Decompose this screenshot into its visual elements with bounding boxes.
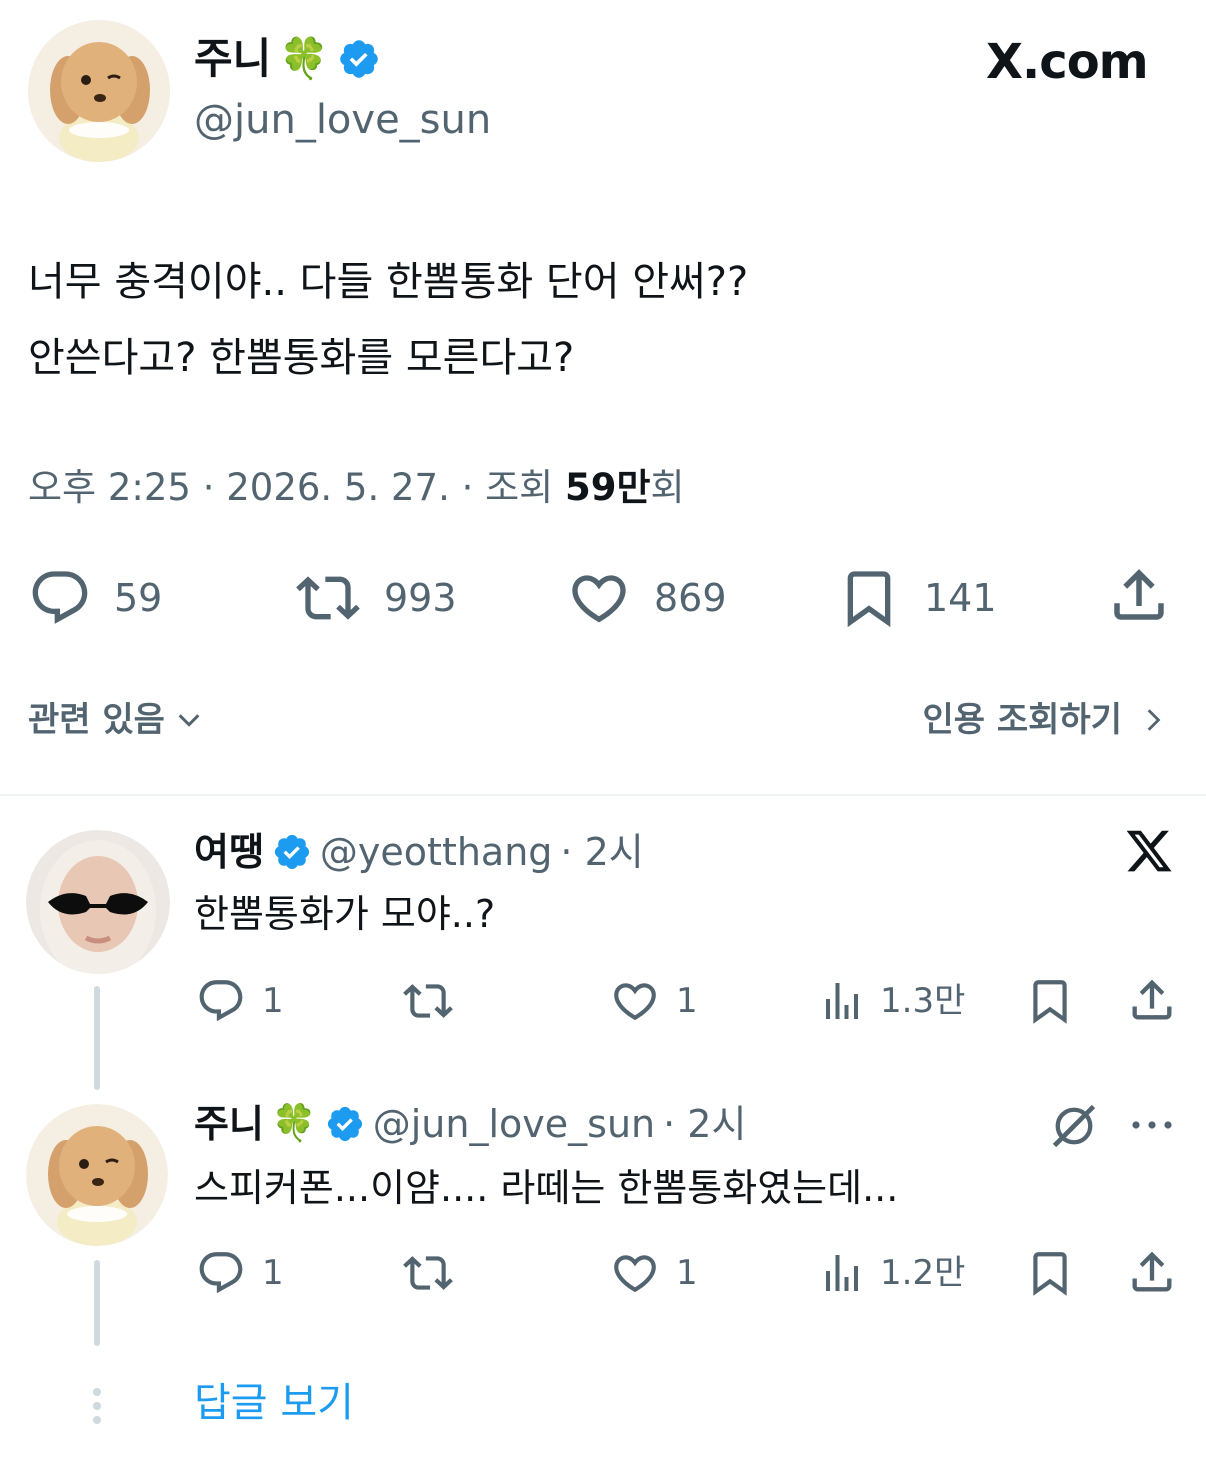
reply-button[interactable]: 59 xyxy=(28,566,162,630)
divider xyxy=(0,794,1206,796)
heart-icon xyxy=(608,976,662,1026)
related-toggle[interactable]: 관련 있음 xyxy=(28,698,203,742)
retweet-icon xyxy=(398,1248,458,1298)
reply-icon xyxy=(194,976,248,1026)
views-chart-icon xyxy=(818,976,866,1026)
views-count: 59만 xyxy=(564,466,651,509)
heart-icon xyxy=(608,1248,662,1298)
heart-icon xyxy=(566,566,632,630)
reply-reply-count: 1 xyxy=(262,1253,284,1293)
clover-emoji: 🍀 xyxy=(271,1103,317,1144)
author-name[interactable]: 주니 xyxy=(194,34,271,84)
views-suffix: 회 xyxy=(650,466,685,509)
share-icon xyxy=(1106,562,1172,628)
author-handle[interactable]: @jun_love_sun xyxy=(194,96,491,144)
reply-reply-count: 1 xyxy=(262,981,284,1021)
reply-author-name[interactable]: 주니 xyxy=(194,1100,264,1148)
show-replies-link[interactable]: 답글 보기 xyxy=(194,1378,354,1428)
tweet-time[interactable]: 오후 2:25 xyxy=(28,466,191,509)
chevron-down-icon xyxy=(175,706,203,734)
reply-reply-button[interactable]: 1 xyxy=(194,1248,284,1298)
reply-time[interactable]: · 2시 xyxy=(560,828,643,876)
more-options-icon[interactable] xyxy=(1130,1110,1174,1140)
view-quotes-link[interactable]: 인용 조회하기 xyxy=(922,698,1166,742)
related-label: 관련 있음 xyxy=(28,700,165,740)
reply-icon xyxy=(28,566,92,630)
reply-text: 스피커폰...이얌.... 라떼는 한뽐통화였는데... xyxy=(194,1166,899,1210)
reply-time[interactable]: · 2시 xyxy=(663,1100,746,1148)
reply-like-button[interactable]: 1 xyxy=(608,976,698,1026)
separator: · xyxy=(202,466,215,509)
x-logo-icon xyxy=(1124,826,1174,876)
reply-header: 여땡 @yeotthang · 2시 xyxy=(194,828,644,876)
reply-icon xyxy=(194,1248,248,1298)
retweet-count: 993 xyxy=(384,576,457,620)
bookmark-icon xyxy=(1024,1248,1076,1298)
reply-avatar[interactable] xyxy=(26,1104,168,1246)
quotes-label: 인용 조회하기 xyxy=(922,700,1122,740)
reply-bookmark-button[interactable] xyxy=(1024,1248,1076,1298)
reply-avatar[interactable] xyxy=(26,830,170,974)
reply-retweet-button[interactable] xyxy=(398,1248,458,1298)
reply-bookmark-button[interactable] xyxy=(1024,976,1076,1026)
reply-retweet-button[interactable] xyxy=(398,976,458,1026)
bookmark-count: 141 xyxy=(924,576,997,620)
share-icon xyxy=(1126,974,1178,1026)
retweet-button[interactable]: 993 xyxy=(294,566,457,630)
views-chart-icon xyxy=(818,1248,866,1298)
author-name-row[interactable]: 주니 🍀 xyxy=(194,34,381,84)
bookmark-icon xyxy=(1024,976,1076,1026)
verified-badge-icon xyxy=(337,37,381,81)
reply-views-button[interactable]: 1.2만 xyxy=(818,1248,965,1298)
share-button[interactable] xyxy=(1106,562,1172,628)
reply-count: 59 xyxy=(114,576,163,620)
reply-views-count: 1.3만 xyxy=(880,981,966,1021)
bookmark-icon xyxy=(836,566,902,630)
reply-share-button[interactable] xyxy=(1126,974,1178,1026)
reply-reply-button[interactable]: 1 xyxy=(194,976,284,1026)
reply-like-count: 1 xyxy=(676,981,698,1021)
tweet-meta: 오후 2:25 · 2026. 5. 27. · 조회 59만회 xyxy=(28,466,685,510)
clover-emoji: 🍀 xyxy=(279,36,330,82)
grok-icon[interactable] xyxy=(1048,1100,1100,1152)
reply-author-handle[interactable]: @yeotthang xyxy=(320,828,553,876)
reply-author-name[interactable]: 여땡 xyxy=(194,828,264,876)
tweet-line-1: 너무 충격이야.. 다들 한뽐통화 단어 안써?? xyxy=(28,259,749,305)
reply-author-handle[interactable]: @jun_love_sun xyxy=(373,1100,655,1148)
verified-badge-icon xyxy=(325,1104,365,1144)
chevron-right-icon xyxy=(1140,705,1166,735)
reply-views-count: 1.2만 xyxy=(880,1253,966,1293)
retweet-icon xyxy=(294,566,362,630)
retweet-icon xyxy=(398,976,458,1026)
reply-share-button[interactable] xyxy=(1126,1246,1178,1298)
reply-like-count: 1 xyxy=(676,1253,698,1293)
share-icon xyxy=(1126,1246,1178,1298)
bookmark-button[interactable]: 141 xyxy=(836,566,997,630)
verified-badge-icon xyxy=(272,832,312,872)
reply-header: 주니 🍀 @jun_love_sun · 2시 xyxy=(194,1100,746,1148)
tweet-line-2: 안쓴다고? 한뽐통화를 모른다고? xyxy=(28,335,575,381)
author-avatar[interactable] xyxy=(28,20,170,162)
tweet-date[interactable]: 2026. 5. 27. xyxy=(226,466,450,509)
reply-like-button[interactable]: 1 xyxy=(608,1248,698,1298)
thread-line xyxy=(94,1260,100,1346)
like-button[interactable]: 869 xyxy=(566,566,727,630)
reply-text: 한뽐통화가 모야..? xyxy=(194,892,496,936)
brand-logo: X.com xyxy=(986,34,1149,90)
separator: · xyxy=(461,466,474,509)
thread-line xyxy=(94,986,100,1090)
like-count: 869 xyxy=(654,576,727,620)
tweet-text: 너무 충격이야.. 다들 한뽐통화 단어 안써?? 안쓴다고? 한뽐통화를 모른… xyxy=(28,244,748,396)
reply-views-button[interactable]: 1.3만 xyxy=(818,976,965,1026)
thread-dots-icon xyxy=(90,1386,104,1426)
views-label: 조회 xyxy=(485,466,554,509)
